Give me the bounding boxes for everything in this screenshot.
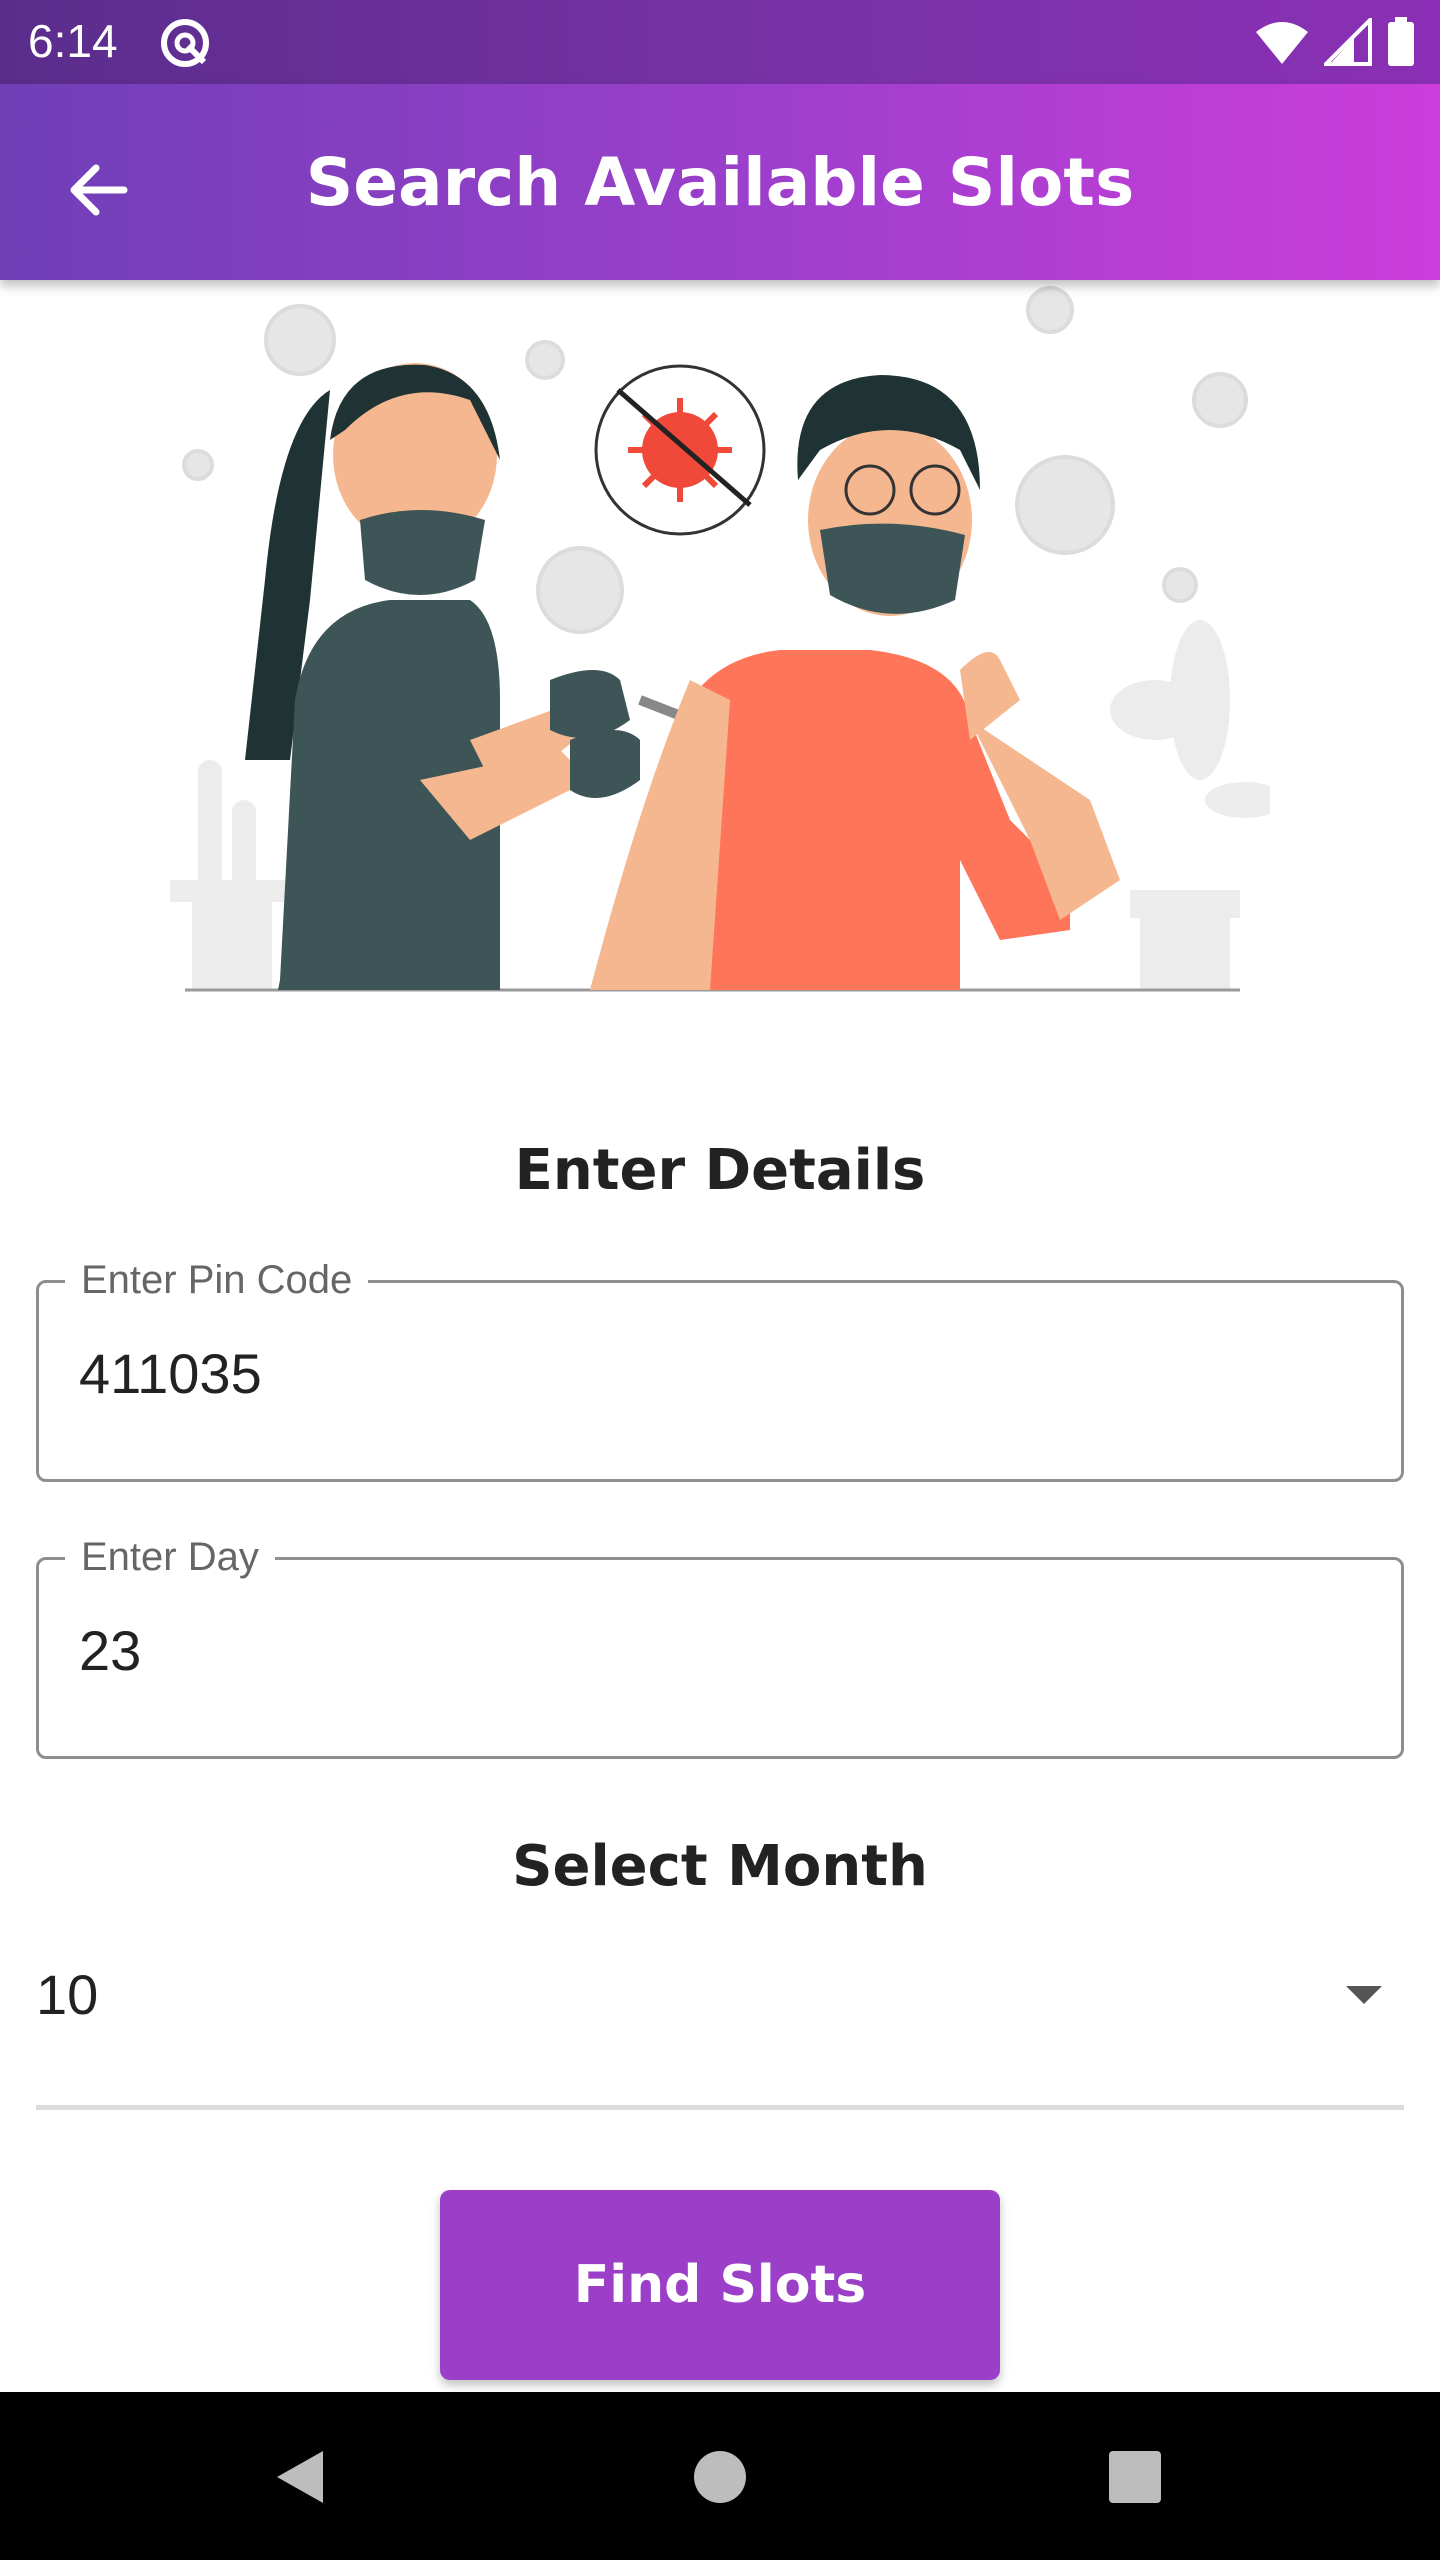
status-bar: 6:14 — [0, 0, 1440, 84]
app-notification-icon — [161, 19, 209, 67]
month-heading: Select Month — [512, 1834, 928, 1899]
system-nav-bar — [0, 2392, 1440, 2560]
app-bar: Search Available Slots — [0, 84, 1440, 280]
nav-recents-button[interactable] — [1090, 2432, 1180, 2522]
day-label: Enter Day — [65, 1532, 275, 1582]
form-heading: Enter Details — [514, 1138, 926, 1203]
cell-signal-icon — [1324, 18, 1372, 66]
day-input[interactable] — [79, 1618, 1359, 1683]
status-time: 6:14 — [28, 15, 118, 67]
day-field[interactable]: Enter Day — [36, 1532, 1404, 1759]
nav-back-button[interactable] — [256, 2432, 346, 2522]
vaccination-illustration — [170, 286, 1270, 992]
page-title: Search Available Slots — [305, 144, 1135, 221]
pin-code-field[interactable]: Enter Pin Code — [36, 1255, 1404, 1482]
chevron-down-icon — [1346, 1986, 1382, 2004]
month-dropdown[interactable]: 10 — [36, 1940, 1404, 2110]
wifi-icon — [1256, 22, 1308, 64]
month-selected-value: 10 — [36, 1963, 99, 2026]
pin-code-input[interactable] — [79, 1341, 1359, 1406]
battery-icon — [1388, 17, 1414, 66]
pin-code-label: Enter Pin Code — [65, 1255, 369, 1305]
recents-square-icon — [1109, 2451, 1161, 2503]
find-slots-button[interactable]: Find Slots — [440, 2190, 1000, 2380]
status-icons — [1254, 14, 1416, 70]
nav-home-button[interactable] — [675, 2432, 765, 2522]
home-circle-icon — [694, 2451, 746, 2503]
back-triangle-icon — [277, 2451, 323, 2503]
